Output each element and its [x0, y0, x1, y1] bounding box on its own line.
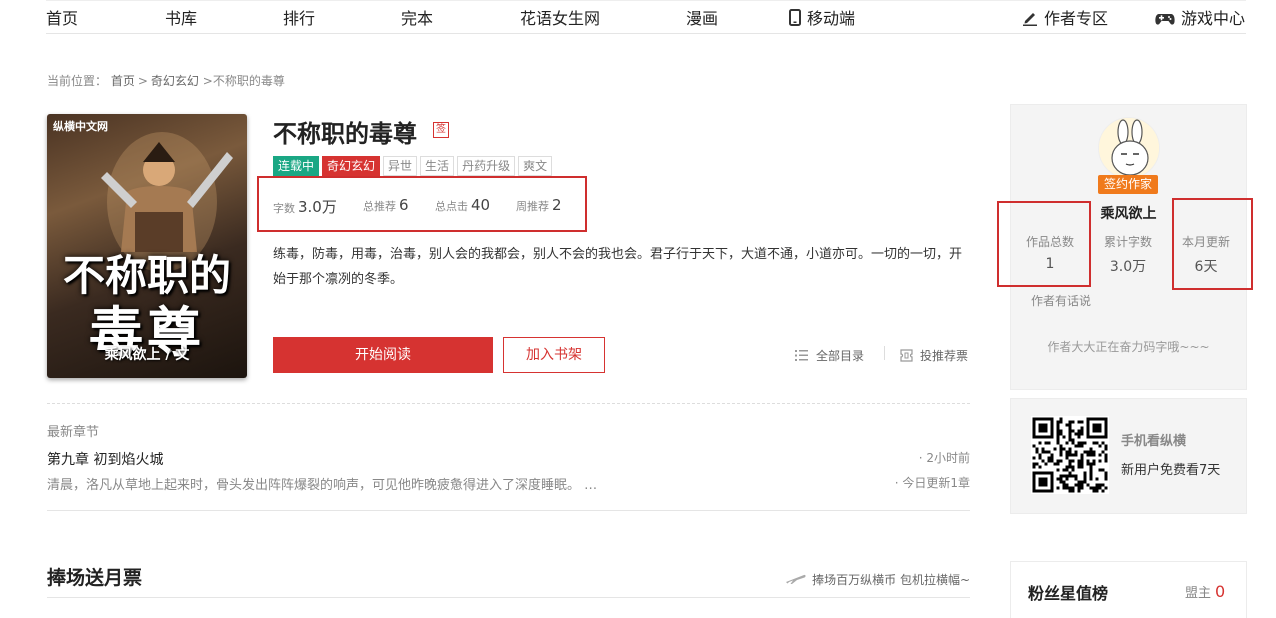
catalog-link[interactable]: 全部目录 [795, 347, 864, 364]
nav-library[interactable]: 书库 [165, 5, 197, 29]
ticket-icon [900, 349, 913, 362]
breadcrumb-category[interactable]: 奇幻玄幻 [151, 74, 199, 88]
tag-item[interactable]: 异世 [383, 156, 418, 176]
add-to-shelf-button[interactable]: 加入书架 [503, 337, 605, 373]
top-nav: 首页 书库 排行 完本 花语女生网 漫画 移动端 作者专区 游戏中心 [46, 0, 1246, 34]
start-reading-button[interactable]: 开始阅读 [273, 337, 493, 373]
book-title: 不称职的毒尊 [273, 120, 417, 148]
stat-word-count: 字数 3.0万 [273, 198, 337, 216]
qr-code [1031, 416, 1109, 494]
book-cover[interactable]: 纵横中文网 不称职的 毒尊 乘风欲上 / 文 [47, 114, 247, 378]
signed-author-badge: 签约作家 [1098, 175, 1158, 194]
latest-chapter-label: 最新章节 [47, 425, 100, 440]
breadcrumb-book: >不称职的毒尊 [202, 74, 285, 88]
tag-category[interactable]: 奇幻玄幻 [322, 156, 381, 176]
latest-chapter-time: · 2小时前 [918, 451, 970, 465]
divider [884, 346, 885, 360]
book-intro: 练毒，防毒，用毒，治毒，别人会的我都会，别人不会的我也会。君子行于天下，大道不通… [273, 247, 963, 287]
breadcrumb: 当前位置： 首页 > 奇幻玄幻 >不称职的毒尊 [47, 74, 285, 88]
latest-chapter-title[interactable]: 第九章 初到焰火城 [47, 449, 163, 469]
nav-ranking[interactable]: 排行 [283, 5, 315, 29]
fans-leader: 盟主 0 [1185, 582, 1226, 601]
nav-comics[interactable]: 漫画 [686, 5, 718, 29]
recommend-vote-link[interactable]: 投推荐票 [900, 347, 968, 364]
mobile-read-subtitle: 新用户免费看7天 [1121, 463, 1221, 478]
author-says-label: 作者有话说 [1031, 294, 1092, 308]
nav-author-zone[interactable]: 作者专区 [1022, 5, 1108, 30]
tag-list: 连载中 奇幻玄幻 异世 生活 丹药升级 爽文 [273, 155, 555, 176]
divider [47, 597, 970, 598]
latest-chapter-snippet[interactable]: 清晨，洛凡从草地上起来时，骨头发出阵阵爆裂的响声，可见他昨晚疲惫得进入了深度睡眠… [47, 474, 597, 493]
support-link[interactable]: 捧场百万纵横币 包机拉横幅~ [786, 571, 970, 588]
stat-total-recommend: 总推荐 6 [363, 196, 409, 214]
nav-game-center-label: 游戏中心 [1181, 9, 1246, 28]
nav-mobile-label: 移动端 [807, 9, 856, 28]
airplane-icon [786, 574, 806, 584]
rabbit-avatar-icon [1099, 118, 1159, 178]
nav-game-center[interactable]: 游戏中心 [1155, 5, 1245, 30]
nav-completed[interactable]: 完本 [401, 5, 433, 29]
tag-item[interactable]: 爽文 [518, 156, 553, 176]
divider [47, 403, 970, 404]
phone-icon [789, 9, 801, 30]
nav-author-zone-label: 作者专区 [1044, 9, 1109, 28]
updates-highlight-box [1172, 198, 1253, 290]
works-highlight-box [997, 201, 1091, 287]
pen-icon [1022, 10, 1038, 30]
tag-status: 连载中 [273, 156, 320, 176]
tag-item[interactable]: 丹药升级 [457, 156, 516, 176]
mobile-read-title: 手机看纵横 [1121, 434, 1187, 449]
today-update-count: · 今日更新1章 [894, 476, 970, 490]
author-total-words: 累计字数 3.0万 [1103, 235, 1152, 275]
fans-ranking-title: 粉丝星值榜 [1028, 584, 1109, 603]
divider [47, 510, 970, 511]
breadcrumb-prefix: 当前位置： [47, 74, 108, 88]
author-avatar[interactable] [1098, 117, 1160, 179]
nav-home[interactable]: 首页 [46, 5, 78, 29]
nav-mobile[interactable]: 移动端 [789, 5, 855, 30]
list-icon [795, 350, 808, 361]
breadcrumb-home[interactable]: 首页 [111, 74, 135, 88]
stat-total-clicks: 总点击 40 [435, 196, 491, 214]
author-message: 作者大大正在奋力码字哦~~~ [1047, 340, 1210, 354]
cover-byline: 乘风欲上 / 文 [104, 347, 190, 363]
stat-weekly-recommend: 周推荐 2 [516, 196, 562, 214]
nav-girls-site[interactable]: 花语女生网 [520, 5, 600, 29]
signed-badge-icon: 签 [433, 122, 449, 138]
support-section-title: 捧场送月票 [47, 567, 143, 589]
tag-item[interactable]: 生活 [420, 156, 455, 176]
gamepad-icon [1155, 11, 1175, 30]
